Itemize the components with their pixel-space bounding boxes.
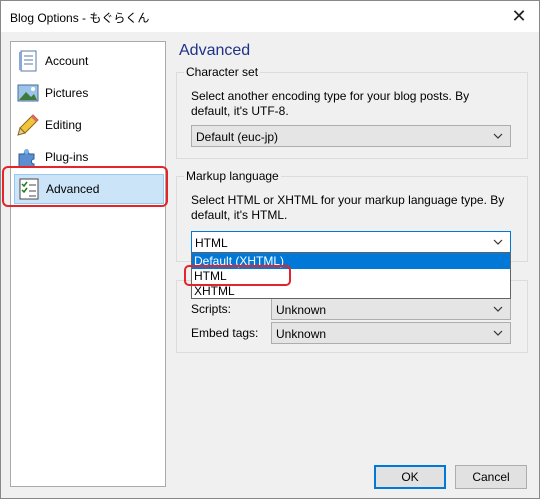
scripts-select[interactable]: Unknown [271,298,511,320]
sidebar-item-label: Editing [45,118,82,132]
embed-tags-label: Embed tags: [191,326,259,340]
page-title: Advanced [179,42,251,59]
category-sidebar: Account Pictures Editing Plug-ins Advanc… [10,41,166,487]
markup-select-value: HTML [195,236,228,250]
sidebar-item-editing[interactable]: Editing [14,110,164,140]
charset-select[interactable]: Default (euc-jp) [191,125,511,147]
pictures-icon [16,81,40,105]
markup-select[interactable]: HTML [191,231,511,253]
markup-group-title: Markup language [184,169,281,183]
sidebar-item-label: Plug-ins [45,150,89,164]
sidebar-item-label: Account [45,54,89,68]
cancel-button[interactable]: Cancel [455,465,527,489]
scripts-select-value: Unknown [276,303,327,317]
window-title: Blog Options - もぐらくん [10,11,150,25]
charset-select-value: Default (euc-jp) [196,130,279,144]
editing-icon [16,113,40,137]
charset-description: Select another encoding type for your bl… [191,89,470,118]
annotation-highlight-html [184,265,291,286]
dropdown-option-xhtml[interactable]: XHTML [192,284,510,299]
annotation-highlight-advanced [2,166,168,207]
title-bar: Blog Options - もぐらくん ✕ [1,1,539,32]
ok-button[interactable]: OK [374,465,446,489]
sidebar-item-label: Pictures [45,86,89,100]
close-icon[interactable]: ✕ [508,5,530,27]
embed-tags-select-value: Unknown [276,327,327,341]
charset-group-title: Character set [184,65,261,79]
sidebar-item-pictures[interactable]: Pictures [14,78,164,108]
scripts-label: Scripts: [191,302,232,316]
chevron-down-icon [492,129,504,143]
chevron-down-icon [492,302,504,316]
markup-description: Select HTML or XHTML for your markup lan… [191,193,505,222]
embed-tags-select[interactable]: Unknown [271,322,511,344]
chevron-down-icon [492,235,504,249]
sidebar-item-account[interactable]: Account [14,46,164,76]
account-icon [16,49,40,73]
chevron-down-icon [492,326,504,340]
